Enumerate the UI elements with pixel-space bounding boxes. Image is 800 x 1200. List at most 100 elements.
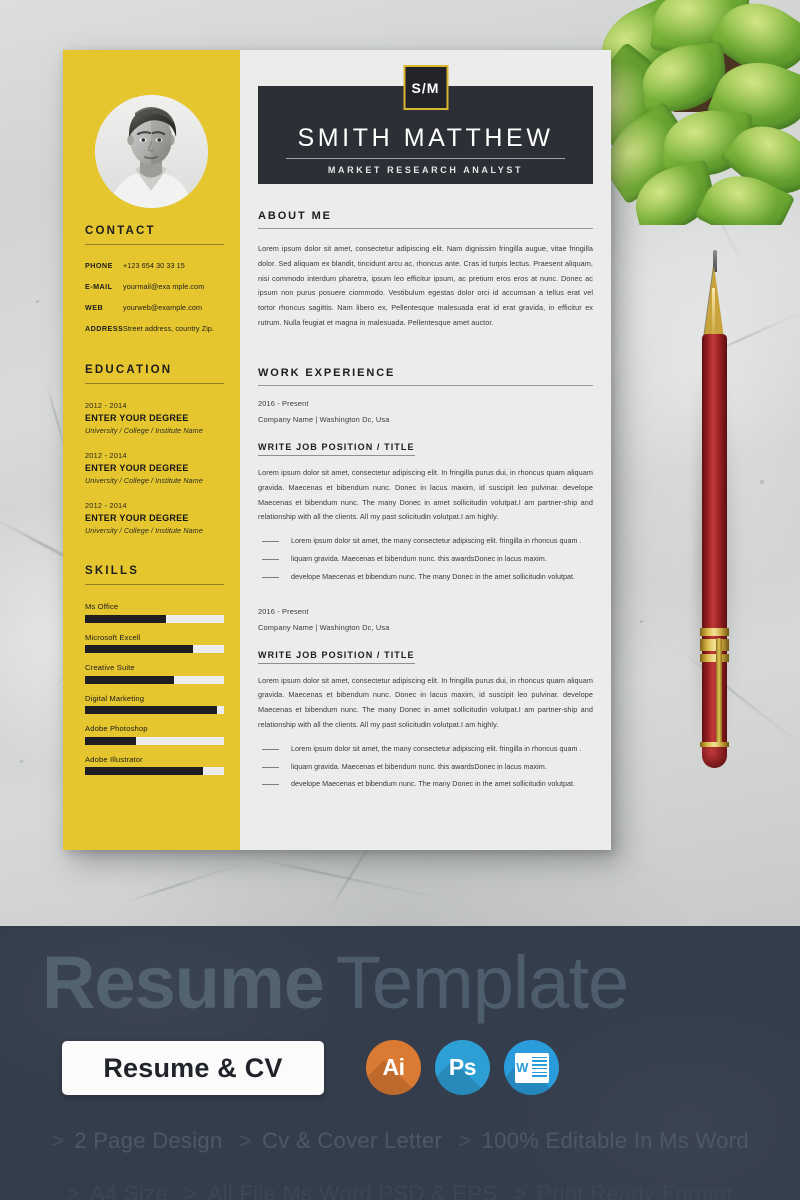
work-heading: WORK EXPERIENCE: [258, 366, 396, 379]
skill-item: Creative Suite: [85, 663, 224, 684]
skill-item: Adobe Illustrator: [85, 755, 224, 776]
bullet-dash-icon: [262, 748, 279, 750]
job-bullet: liquam gravida. Maecenas et bibendum nun…: [258, 554, 593, 565]
education-year: 2012 - 2014: [85, 401, 127, 411]
feature-text: A4 Size: [90, 1181, 168, 1200]
caret-icon: >: [66, 1181, 81, 1200]
bullet-dash-icon: [262, 576, 279, 578]
skills-section: SKILLS Ms Office Microsoft Excell Creati…: [85, 565, 224, 776]
skill-bar-fill: [85, 767, 204, 776]
job-bullet: Lorem ipsum dolor sit amet, the many con…: [258, 744, 593, 755]
bullet-dash-icon: [262, 784, 279, 786]
contact-key: WEB: [85, 303, 104, 313]
education-item: 2012 - 2014 ENTER YOUR DEGREE University…: [85, 501, 224, 535]
bullet-text: develope Maecenas et bibendum nunc. The …: [291, 571, 575, 581]
education-degree: ENTER YOUR DEGREE: [85, 463, 189, 474]
skill-bar-fill: [85, 645, 194, 654]
skill-bar-fill: [85, 736, 137, 745]
portrait-photo: [95, 95, 208, 208]
skill-bar: [85, 675, 224, 684]
skill-bar: [85, 767, 224, 776]
banner-title: Resume Template: [42, 940, 629, 1025]
feature-text: 2 Page Design: [74, 1128, 223, 1153]
app-icon-row: Ai Ps W: [366, 1040, 559, 1095]
divider: [258, 384, 593, 386]
bullet-text: liquam gravida. Maecenas et bibendum nun…: [291, 761, 547, 771]
bullet-dash-icon: [262, 558, 279, 560]
chip-label: Resume & CV: [103, 1052, 283, 1083]
bullet-text: liquam gravida. Maecenas et bibendum nun…: [291, 553, 547, 563]
bullet-text: Lorem ipsum dolor sit amet, the many con…: [291, 743, 582, 753]
job-bullet: develope Maecenas et bibendum nunc. The …: [258, 572, 593, 583]
bullet-text: Lorem ipsum dolor sit amet, the many con…: [291, 536, 582, 546]
about-heading: ABOUT ME: [258, 210, 332, 222]
pothos-plant-photo: [590, 0, 800, 225]
skill-label: Ms Office: [85, 602, 119, 612]
banner-title-light: Template: [335, 941, 629, 1024]
banner-title-bold: Resume: [42, 941, 325, 1024]
bullet-text: develope Maecenas et bibendum nunc. The …: [291, 779, 575, 789]
divider: [85, 383, 224, 385]
contact-value: Street address, country Zip.: [123, 324, 215, 334]
job-entry: 2016 - Present Company Name | Washington…: [258, 607, 593, 791]
about-text: Lorem ipsum dolor sit amet, consectetur …: [258, 244, 593, 328]
work-experience-section: WORK EXPERIENCE 2016 - Present Company N…: [258, 367, 593, 790]
word-icon: W: [504, 1040, 559, 1095]
job-summary: Lorem ipsum dolor sit amet, consectetur …: [258, 467, 593, 522]
about-section: ABOUT ME Lorem ipsum dolor sit amet, con…: [258, 210, 593, 331]
skill-bar: [85, 736, 224, 745]
contact-section: CONTACT PHONE +123 654 30 33 15 E-MAIL y…: [85, 225, 224, 334]
skill-label: Adobe Photoshop: [85, 724, 148, 734]
education-item: 2012 - 2014 ENTER YOUR DEGREE University…: [85, 451, 224, 485]
word-icon-lines: [529, 1052, 549, 1083]
pen-barrel: [702, 334, 727, 764]
skill-item: Ms Office: [85, 602, 224, 623]
name-header-card: S/M SMITH MATTHEW MARKET RESEARCH ANALYS…: [258, 65, 593, 184]
feature-text: 100% Editable In Ms Word: [481, 1128, 749, 1153]
skills-heading: SKILLS: [85, 565, 140, 578]
scene: CONTACT PHONE +123 654 30 33 15 E-MAIL y…: [0, 0, 800, 1200]
candidate-job-title: MARKET RESEARCH ANALYST: [327, 165, 524, 175]
skill-bar-fill: [85, 614, 166, 623]
resume-sidebar: CONTACT PHONE +123 654 30 33 15 E-MAIL y…: [63, 50, 240, 850]
feature-text: Print Ready Format: [536, 1181, 734, 1200]
skill-label: Creative Suite: [85, 663, 135, 673]
contact-value: yourweb@example.com: [123, 303, 203, 313]
avatar: [95, 95, 208, 208]
contact-key: PHONE: [85, 261, 113, 270]
divider: [85, 244, 224, 245]
job-company: Company Name | Washington Dc, Usa: [258, 414, 390, 424]
feature-list-line-2: > A4 Size > All File Ms Word PSD & EPS > Pr…: [0, 1181, 800, 1200]
job-title: WRITE JOB POSITION / TITLE: [258, 650, 415, 664]
contact-value: +123 654 30 33 15: [123, 261, 185, 270]
divider: [286, 158, 565, 159]
feature-text: All File Ms Word PSD & EPS: [207, 1181, 498, 1200]
education-year: 2012 - 2014: [85, 501, 127, 511]
caret-icon: >: [458, 1128, 472, 1153]
feature-text: Cv & Cover Letter: [262, 1128, 443, 1153]
education-school: University / College / Institute Name: [85, 426, 203, 436]
job-date: 2016 - Present: [258, 606, 309, 616]
contact-value: yourmail@exa mple.com: [123, 282, 205, 292]
caret-icon: >: [184, 1181, 198, 1200]
skill-label: Adobe Illustrator: [85, 754, 143, 764]
job-summary: Lorem ipsum dolor sit amet, consectetur …: [258, 675, 593, 729]
resume-cv-chip: Resume & CV: [62, 1041, 324, 1095]
education-item: 2012 - 2014 ENTER YOUR DEGREE University…: [85, 401, 224, 435]
resume-page: CONTACT PHONE +123 654 30 33 15 E-MAIL y…: [63, 50, 611, 850]
red-pen-photo: [694, 238, 742, 858]
job-bullet: liquam gravida. Maecenas et bibendum nun…: [258, 762, 593, 773]
caret-icon: >: [238, 1128, 253, 1153]
contact-key: ADDRESS: [85, 324, 124, 334]
job-bullet: Lorem ipsum dolor sit amet, the many con…: [258, 536, 593, 547]
bullet-dash-icon: [262, 766, 279, 768]
caret-icon: >: [513, 1181, 527, 1200]
contact-row-address: ADDRESS Street address, country Zip.: [85, 325, 224, 334]
skill-bar: [85, 614, 224, 623]
contact-row-web: WEB yourweb@example.com: [85, 304, 224, 313]
skill-item: Adobe Photoshop: [85, 724, 224, 745]
illustrator-icon-label: Ai: [382, 1054, 406, 1080]
photoshop-icon: Ps: [435, 1040, 490, 1095]
job-entry: 2016 - Present Company Name | Washington…: [258, 399, 593, 583]
job-title: WRITE JOB POSITION / TITLE: [258, 442, 415, 456]
